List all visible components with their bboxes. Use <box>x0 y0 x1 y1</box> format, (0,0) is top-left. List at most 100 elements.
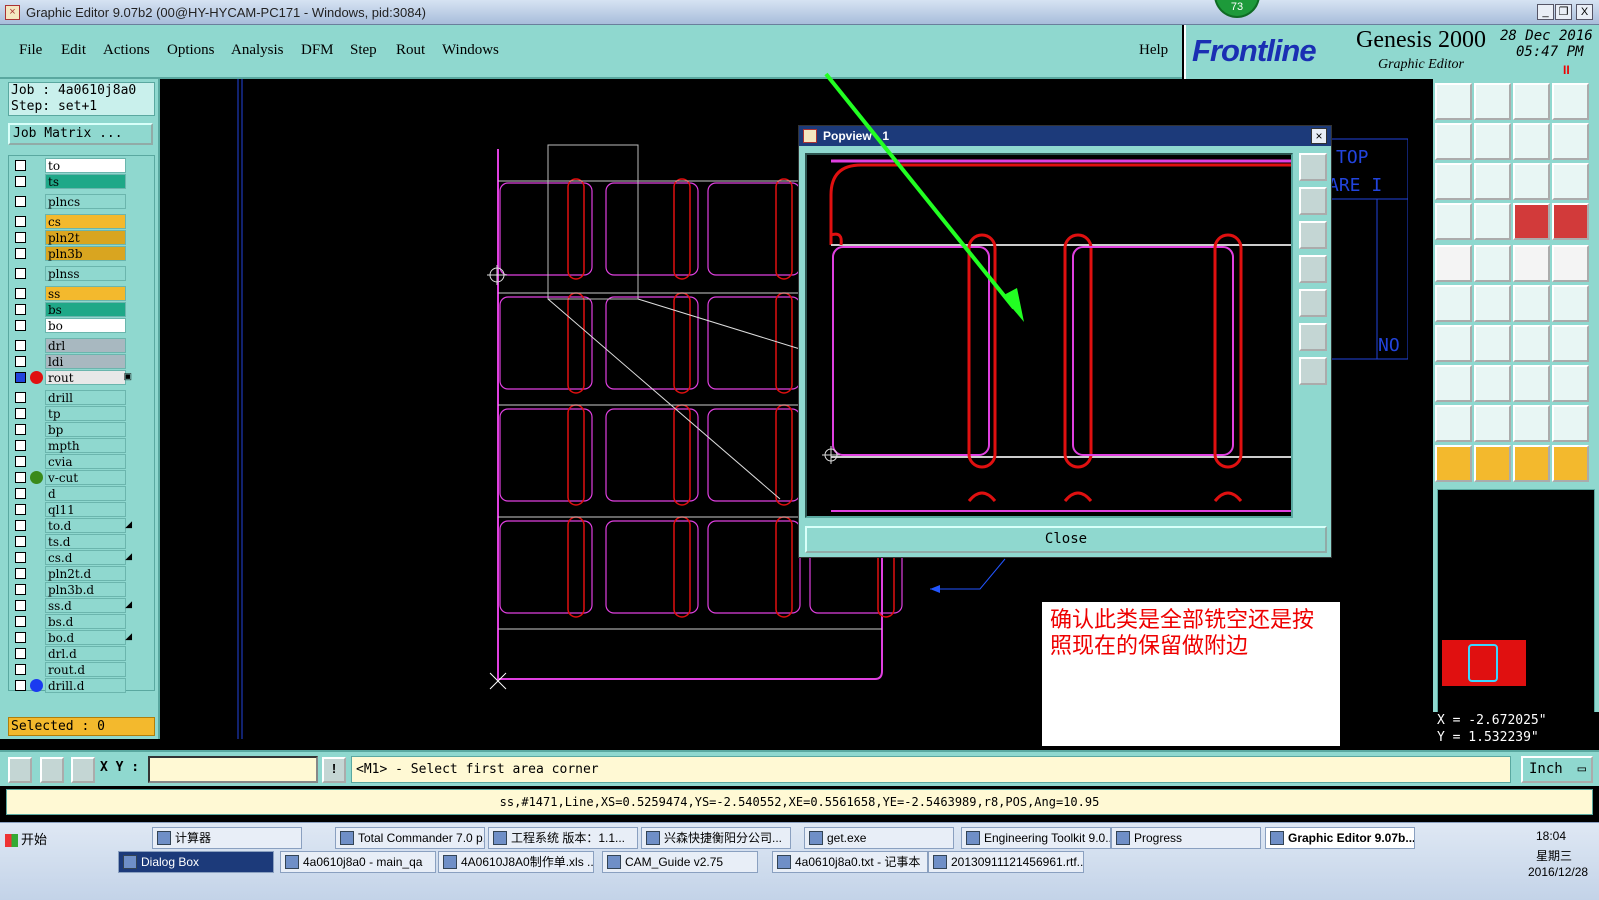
layer-checkbox[interactable] <box>15 288 26 299</box>
layer-row[interactable]: ss.d ◢ <box>11 598 136 613</box>
fit-icon[interactable] <box>1435 163 1472 200</box>
layer-row[interactable]: pln2t.d <box>11 566 136 581</box>
flip-icon[interactable] <box>1552 123 1589 160</box>
taskbar-button[interactable]: 20130911121456961.rtf... <box>928 851 1084 873</box>
popview-pan-right-icon[interactable] <box>1299 289 1327 317</box>
layer-name[interactable]: drl <box>45 338 126 353</box>
taskbar-button[interactable]: Engineering Toolkit 9.0... <box>961 827 1111 849</box>
taskbar-button[interactable]: CAM_Guide v2.75 <box>602 851 758 873</box>
measure-icon[interactable] <box>40 757 64 783</box>
snap-icon[interactable] <box>8 757 32 783</box>
restore-button[interactable]: ❐ <box>1555 4 1572 20</box>
pan-right-icon[interactable] <box>1474 123 1511 160</box>
center-icon[interactable] <box>1474 163 1511 200</box>
layer-row[interactable]: plnss <box>11 266 136 281</box>
layer-name[interactable]: bo.d <box>45 630 126 645</box>
arc-icon[interactable] <box>1513 325 1550 362</box>
layer-name[interactable]: mpth <box>45 438 126 453</box>
menu-analysis[interactable]: Analysis <box>231 42 284 59</box>
cut-line-icon[interactable] <box>1474 325 1511 362</box>
layer-row[interactable]: bs.d <box>11 614 136 629</box>
letter-a2-icon[interactable] <box>1552 405 1589 442</box>
layer-checkbox[interactable] <box>15 392 26 403</box>
layer-row[interactable]: ldi <box>11 354 136 369</box>
layer-row[interactable]: ts.d <box>11 534 136 549</box>
pointer-icon[interactable] <box>1435 445 1472 482</box>
layer-name[interactable]: pln3b <box>45 246 126 261</box>
layer-row[interactable]: cvia <box>11 454 136 469</box>
layer-row[interactable]: pln3b.d <box>11 582 136 597</box>
layer-affected-dot-icon[interactable] <box>30 471 43 484</box>
menu-dfm[interactable]: DFM <box>301 42 334 59</box>
layer-row[interactable]: ts <box>11 174 136 189</box>
layer-name[interactable]: bo <box>45 318 126 333</box>
layer-name[interactable]: bs <box>45 302 126 317</box>
layer-name[interactable]: tp <box>45 406 126 421</box>
layer-name[interactable]: pln2t.d <box>45 566 126 581</box>
job-matrix-button[interactable]: Job Matrix ... <box>8 123 153 145</box>
popview-pan-left-icon[interactable] <box>1299 255 1327 283</box>
layer-name[interactable]: plncs <box>45 194 126 209</box>
layer-checkbox[interactable] <box>15 568 26 579</box>
layer-name[interactable]: plnss <box>45 266 126 281</box>
layer-checkbox[interactable] <box>15 356 26 367</box>
bang-button[interactable]: ! <box>322 757 346 783</box>
taskbar-button[interactable]: get.exe <box>804 827 954 849</box>
layer-checkbox[interactable] <box>15 268 26 279</box>
layer-row[interactable]: bs <box>11 302 136 317</box>
taskbar-button[interactable]: 4A0610J8A0制作单.xls ... <box>438 851 594 873</box>
color-pick-icon[interactable] <box>1474 245 1511 282</box>
move-up-icon[interactable] <box>1435 83 1472 120</box>
layer-checkbox[interactable] <box>15 176 26 187</box>
hatch-icon[interactable] <box>1435 203 1472 240</box>
layer-checkbox[interactable] <box>15 408 26 419</box>
taskbar-button[interactable]: 工程系统 版本：1.1... <box>488 827 638 849</box>
layer-checkbox[interactable] <box>15 648 26 659</box>
layer-name[interactable]: cs.d <box>45 550 126 565</box>
layer-checkbox[interactable] <box>15 616 26 627</box>
layer-checkbox[interactable] <box>15 320 26 331</box>
scale-1-2-icon[interactable] <box>1513 163 1550 200</box>
menu-windows[interactable]: Windows <box>442 42 499 59</box>
layer-checkbox[interactable] <box>15 504 26 515</box>
layer-row[interactable]: drill <box>11 390 136 405</box>
select2-icon[interactable] <box>1513 445 1550 482</box>
layer-row[interactable]: plncs <box>11 194 136 209</box>
layer-affected-dot-icon[interactable] <box>30 679 43 692</box>
menu-rout[interactable]: Rout <box>396 42 425 59</box>
layer-row[interactable]: pln2t <box>11 230 136 245</box>
grid-icon[interactable] <box>71 757 95 783</box>
popview-close-button[interactable]: Close <box>805 526 1327 553</box>
layer-checkbox[interactable] <box>15 424 26 435</box>
layer-row[interactable]: v-cut <box>11 470 136 485</box>
popview-close-icon[interactable]: × <box>1311 128 1327 144</box>
layer-checkbox[interactable] <box>15 440 26 451</box>
move-down-icon[interactable] <box>1474 83 1511 120</box>
layer-row[interactable]: bp <box>11 422 136 437</box>
minus-icon[interactable] <box>1474 365 1511 402</box>
layer-name[interactable]: pln2t <box>45 230 126 245</box>
taskbar-button[interactable]: 计算器 <box>152 827 302 849</box>
layer-checkbox[interactable] <box>15 536 26 547</box>
layer-row[interactable]: rout.d <box>11 662 136 677</box>
popview-pan-up-icon[interactable] <box>1299 187 1327 215</box>
help-icon[interactable] <box>1552 163 1589 200</box>
layer-checkbox[interactable] <box>15 160 26 171</box>
layer-red-icon[interactable] <box>1513 203 1550 240</box>
popview-zoom-out-icon[interactable] <box>1299 357 1327 385</box>
layer-row[interactable]: cs.d ◢ <box>11 550 136 565</box>
layer-checkbox[interactable] <box>15 632 26 643</box>
layer-name[interactable]: ss <box>45 286 126 301</box>
layer-row[interactable]: to.d ◢ <box>11 518 136 533</box>
taskbar-button[interactable]: 兴森快捷衡阳分公司... <box>641 827 791 849</box>
layer-name[interactable]: bp <box>45 422 126 437</box>
layer-checkbox[interactable] <box>15 248 26 259</box>
width-icon[interactable] <box>1513 365 1550 402</box>
layer-row[interactable]: drl <box>11 338 136 353</box>
menu-actions[interactable]: Actions <box>103 42 150 59</box>
grid-fill-icon[interactable] <box>1474 203 1511 240</box>
layer-name[interactable]: rout <box>45 370 126 385</box>
triangle-icon[interactable] <box>1435 405 1472 442</box>
layer-checkbox[interactable] <box>15 340 26 351</box>
layer-row[interactable]: pln3b <box>11 246 136 261</box>
